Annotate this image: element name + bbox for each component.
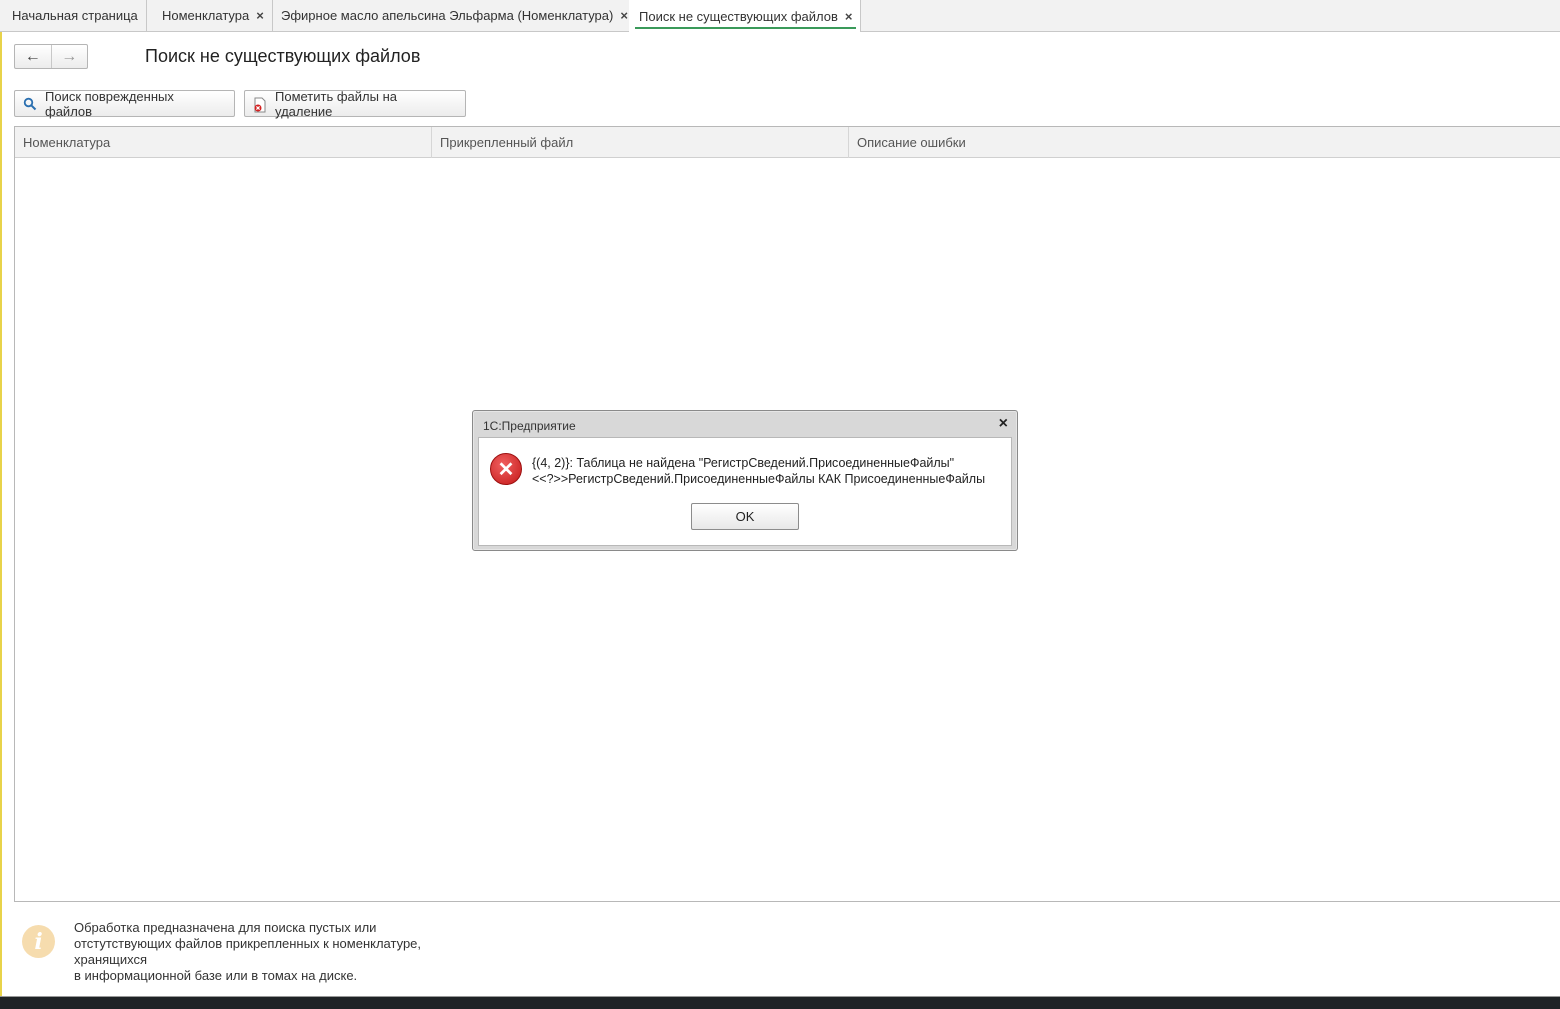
tab-label: Начальная страница <box>12 8 138 23</box>
error-message-line: <<?>>РегистрСведений.ПрисоединенныеФайлы… <box>532 472 986 486</box>
tab-label: Номенклатура <box>162 8 250 23</box>
tab-label: Поиск не существующих файлов <box>639 8 838 24</box>
arrow-left-icon: ← <box>24 47 41 65</box>
arrow-right-icon: → <box>61 47 78 65</box>
tab-missing-files-search[interactable]: Поиск не существующих файлов × <box>629 0 862 32</box>
column-header-attached-file[interactable]: Прикрепленный файл <box>432 127 849 158</box>
mark-files-for-deletion-button[interactable]: Пометить файлы на удаление <box>244 88 466 119</box>
search-damaged-files-button[interactable]: Поиск поврежденных файлов <box>14 88 235 119</box>
info-line: Обработка предназначена для поиска пусты… <box>74 920 377 935</box>
search-icon <box>23 97 37 111</box>
tab-nomenclature[interactable]: Номенклатура × <box>152 0 273 31</box>
info-description: Обработка предназначена для поиска пусты… <box>74 920 434 984</box>
close-icon[interactable]: × <box>620 8 628 23</box>
tab-orange-oil[interactable]: Эфирное масло апельсина Эльфарма (Номенк… <box>271 0 637 31</box>
close-icon[interactable]: × <box>999 415 1008 433</box>
page-title: Поиск не существующих файлов <box>145 46 421 66</box>
nav-buttons: ← → <box>14 44 88 69</box>
button-label: Поиск поврежденных файлов <box>45 88 174 119</box>
button-label: Пометить файлы на удаление <box>275 88 398 119</box>
forward-button[interactable]: → <box>50 45 88 68</box>
back-button[interactable]: ← <box>15 45 51 68</box>
error-icon: ✕ <box>490 453 522 485</box>
info-line: отстутствующих файлов прикрепленных к но… <box>74 936 422 951</box>
info-line: в информационной базе или в томах на дис… <box>74 968 358 983</box>
error-message-line: {(4, 2)}: Таблица не найдена "РегистрСве… <box>532 456 955 470</box>
info-line: хранящихся <box>74 952 148 967</box>
delete-file-icon <box>253 97 267 112</box>
error-dialog: 1С:Предприятие × ✕ {(4, 2)}: Таблица не … <box>472 410 1018 551</box>
info-icon: i <box>22 925 55 958</box>
dialog-body: ✕ {(4, 2)}: Таблица не найдена "РегистрС… <box>478 437 1012 546</box>
os-taskbar <box>0 996 1560 1009</box>
left-panel-strip <box>0 32 2 996</box>
ok-button[interactable]: OK <box>691 503 799 530</box>
dialog-title: 1С:Предприятие <box>483 419 576 433</box>
error-message: {(4, 2)}: Таблица не найдена "РегистрСве… <box>532 455 985 487</box>
tab-label: Эфирное масло апельсина Эльфарма (Номенк… <box>281 8 614 23</box>
column-header-nomenclature[interactable]: Номенклатура <box>15 127 432 158</box>
table-header: Номенклатура Прикрепленный файл Описание… <box>15 127 1560 158</box>
tab-home[interactable]: Начальная страница <box>0 0 147 31</box>
close-icon[interactable]: × <box>845 9 853 24</box>
close-icon[interactable]: × <box>256 8 264 23</box>
column-header-error-description[interactable]: Описание ошибки <box>849 127 1560 158</box>
tab-bar: Начальная страница Номенклатура × Эфирно… <box>0 0 1560 32</box>
